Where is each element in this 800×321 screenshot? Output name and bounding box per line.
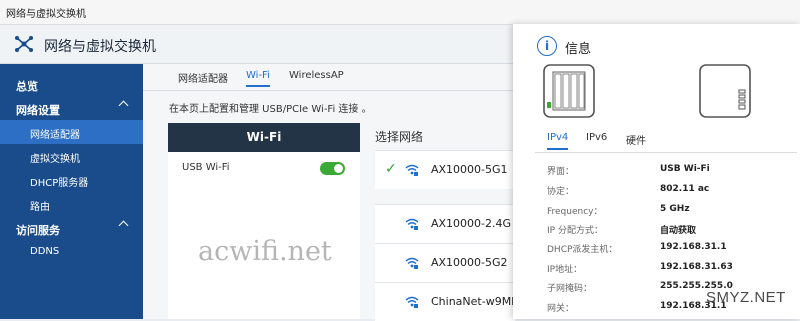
app-title: 网络与虚拟交换机 (44, 39, 156, 55)
tab-network-adapters[interactable]: 网络适配器 (178, 70, 228, 85)
wifi-lock-icon (405, 218, 419, 230)
sidebar-item-label: 网络适配器 (30, 130, 80, 141)
wifi-lock-icon (405, 164, 419, 176)
network-list-title: 选择网络 (375, 130, 424, 144)
network-item[interactable]: AX10000-2.4G (375, 204, 515, 243)
network-name: AX10000-5G1 (431, 163, 508, 176)
sidebar-item-virtual-switch[interactable]: 虚拟交换机 (0, 144, 143, 168)
sidebar-item-overview[interactable]: 总览 (0, 72, 143, 96)
sidebar-item-label: 网络设置 (16, 104, 60, 117)
nas-back-icon (699, 64, 751, 118)
chevron-up-icon (118, 100, 129, 111)
wifi-panel-title: Wi-Fi (246, 130, 282, 144)
sidebar-item-label: DHCP服务器 (30, 178, 89, 189)
wifi-panel-header: Wi-Fi (168, 123, 360, 152)
window-title: 网络与虚拟交换机 (6, 9, 86, 20)
info-row: DHCP派发主机： 192.168.31.1 (547, 242, 787, 258)
sidebar-item-label: DDNS (30, 246, 60, 257)
info-row: 协定： 802.11 ac (547, 184, 787, 200)
sidebar-item-label: 路由 (30, 202, 50, 213)
sidebar-item-network-adapters[interactable]: 网络适配器 (0, 120, 143, 144)
sidebar: 总览 网络设置 网络适配器 虚拟交换机 DHCP服务器 路由 访问服务 DDNS (0, 64, 143, 319)
tab-ipv6[interactable]: IPv6 (586, 132, 607, 143)
info-row: Frequency： 5 GHz (547, 204, 787, 220)
watermark-corner: SMYZ.NET (706, 289, 786, 306)
info-row: 界面： USB Wi-Fi (547, 164, 787, 180)
check-icon: ✓ (385, 161, 397, 177)
info-key: DHCP派发主机： (547, 245, 618, 255)
sidebar-item-access-services[interactable]: 访问服务 (0, 216, 143, 240)
info-panel-title: 信息 (565, 42, 592, 57)
page-description: 在本页上配置和管理 USB/PCIe Wi-Fi 连接 。 (169, 104, 372, 115)
sidebar-item-ddns[interactable]: DDNS (0, 240, 143, 264)
info-key: IP 分配方式： (547, 226, 603, 236)
info-value: USB Wi-Fi (660, 164, 710, 174)
network-item[interactable]: ChinaNet-w9ML (375, 282, 518, 321)
network-item[interactable]: ✓ AX10000-5G1 (375, 150, 515, 189)
info-panel: i 信息 IPv4 IPv6 硬件 界面： USB Wi-Fi 协定： 802.… (513, 24, 800, 319)
info-key: 网关： (547, 304, 575, 314)
sidebar-item-label: 访问服务 (16, 224, 60, 237)
sidebar-item-label: 总览 (16, 80, 38, 93)
info-key: 协定： (547, 187, 575, 197)
info-value: 自动获取 (660, 226, 697, 236)
sidebar-item-routing[interactable]: 路由 (0, 192, 143, 216)
sidebar-item-network-settings[interactable]: 网络设置 (0, 96, 143, 120)
network-name: AX10000-5G2 (431, 256, 508, 269)
info-key: 子网掩码： (547, 284, 593, 294)
tab-wireless-ap[interactable]: WirelessAP (289, 70, 344, 81)
info-value: 192.168.31.1 (660, 242, 727, 252)
info-value: 5 GHz (660, 204, 690, 214)
watermark-center: acwifi.net (198, 236, 332, 267)
info-row: IP地址： 192.168.31.63 (547, 262, 787, 278)
wifi-toggle[interactable] (320, 162, 345, 175)
sidebar-item-dhcp-server[interactable]: DHCP服务器 (0, 168, 143, 192)
tab-ipv4[interactable]: IPv4 (547, 132, 569, 150)
info-tab-bar: IPv4 IPv6 硬件 (535, 132, 797, 153)
info-row: IP 分配方式： 自动获取 (547, 223, 787, 239)
sidebar-item-label: 虚拟交换机 (30, 154, 80, 165)
adapter-label: USB Wi-Fi (182, 162, 230, 173)
network-switch-icon (15, 36, 33, 52)
tab-hardware[interactable]: 硬件 (626, 132, 646, 147)
wifi-lock-icon (405, 257, 419, 269)
network-name: ChinaNet-w9ML (431, 295, 518, 308)
info-value: 192.168.31.63 (660, 262, 733, 272)
nas-front-icon (543, 64, 595, 118)
tab-wifi[interactable]: Wi-Fi (246, 70, 270, 87)
info-value: 802.11 ac (660, 184, 710, 194)
info-key: IP地址： (547, 265, 583, 275)
info-key: 界面： (547, 167, 575, 177)
network-name: AX10000-2.4G (431, 217, 512, 230)
wifi-panel: Wi-Fi USB Wi-Fi (168, 123, 360, 319)
wifi-lock-icon (405, 296, 419, 308)
network-item[interactable]: AX10000-5G2 (375, 243, 515, 282)
chevron-up-icon (118, 220, 129, 231)
window-titlebar: 网络与虚拟交换机 (0, 0, 800, 25)
info-icon: i (537, 36, 557, 56)
info-key: Frequency： (547, 207, 603, 217)
